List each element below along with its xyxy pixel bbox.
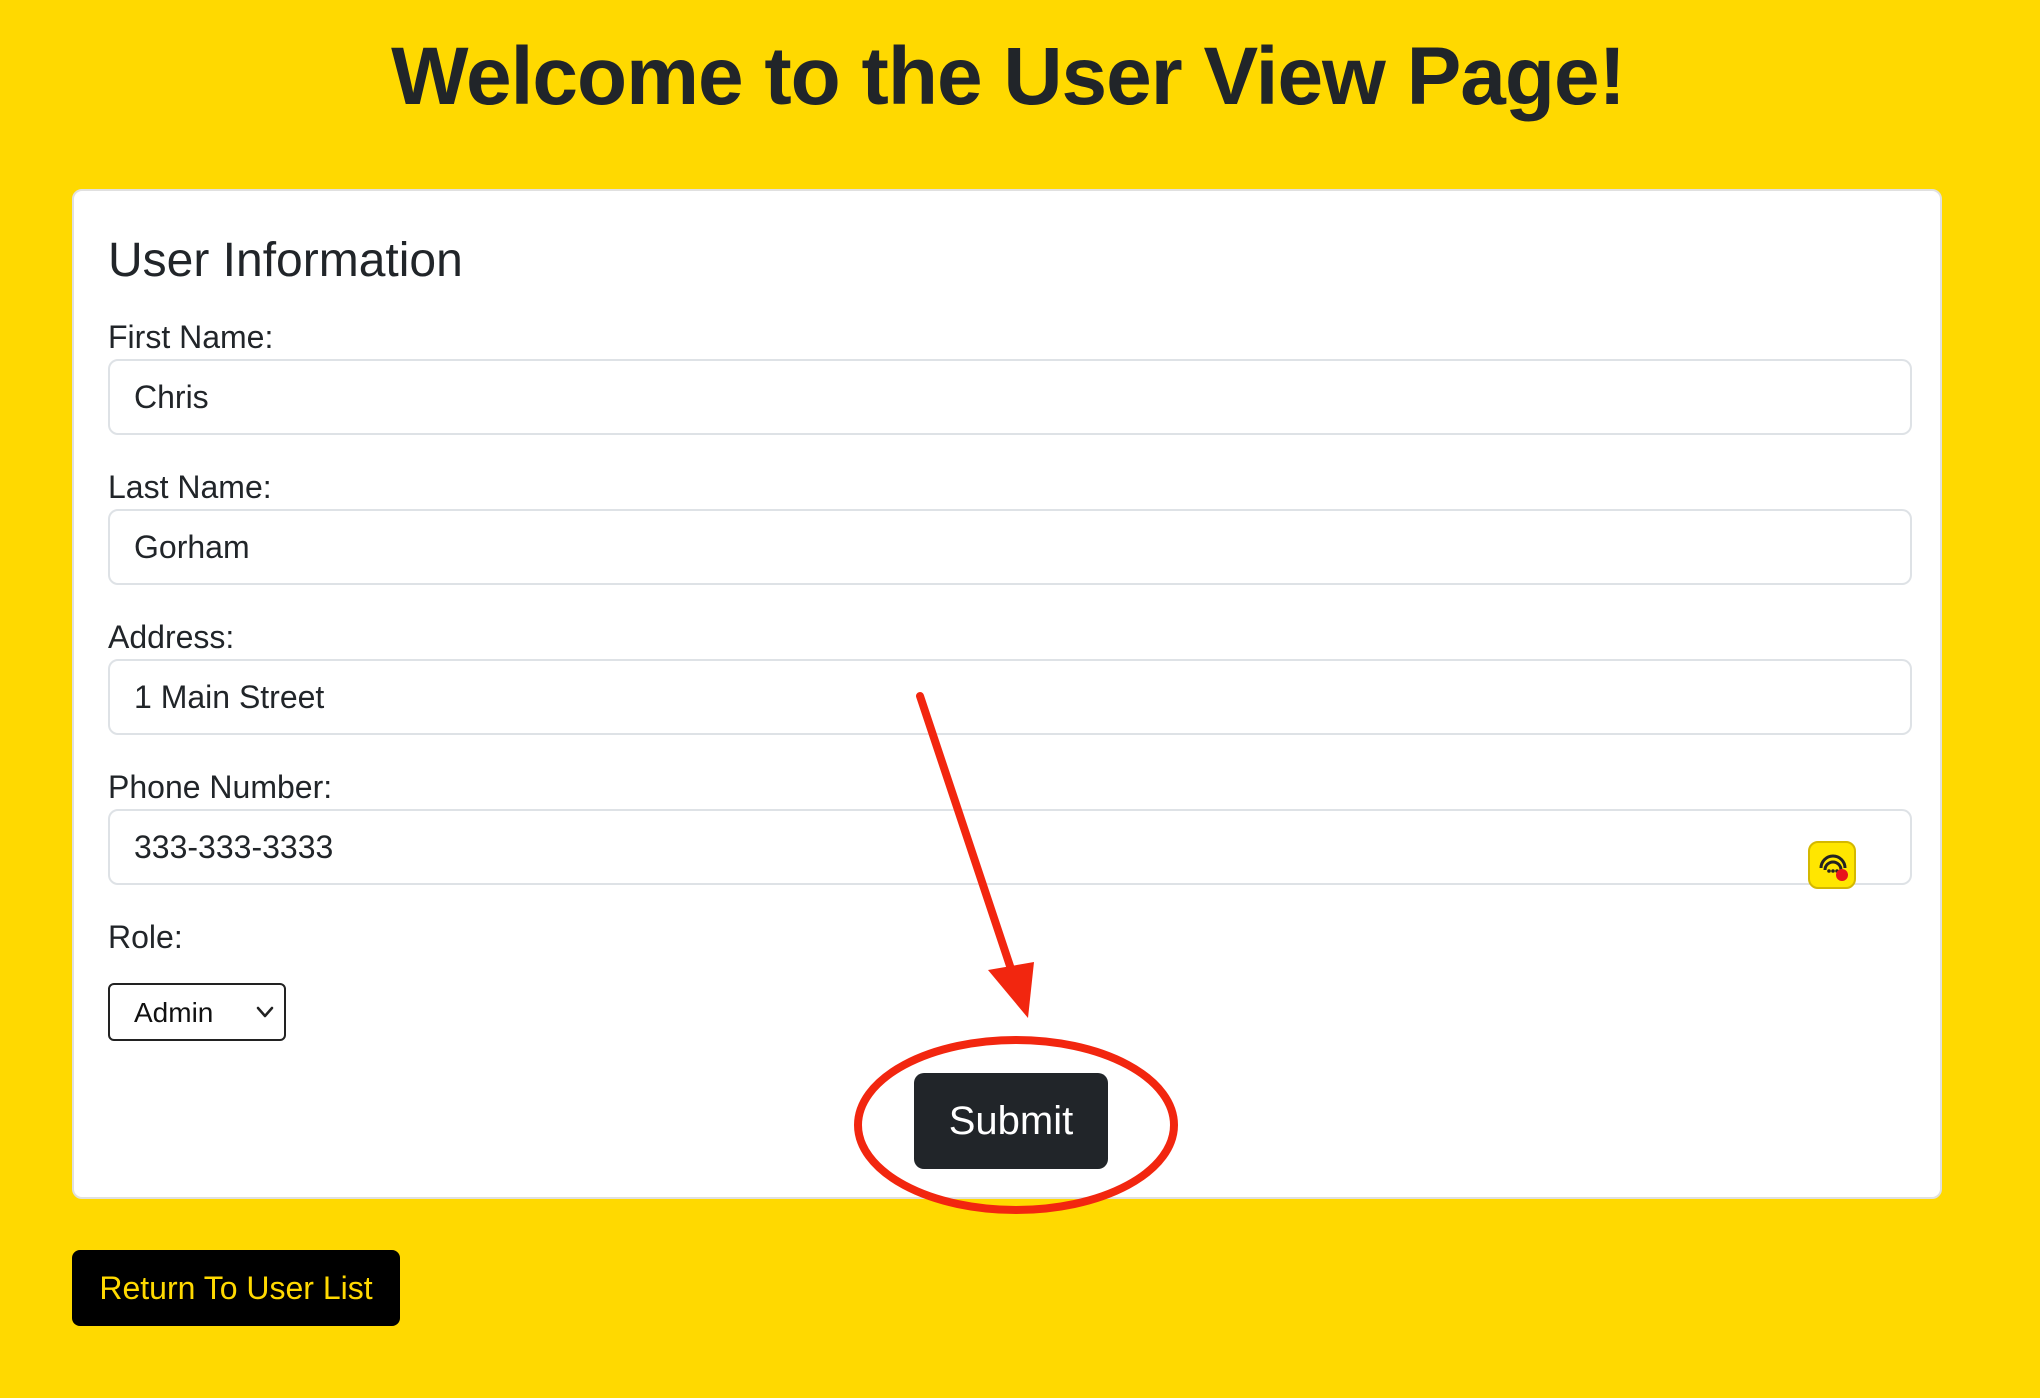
role-select[interactable]: Admin — [108, 983, 286, 1041]
role-selected-value: Admin — [134, 997, 214, 1028]
address-input[interactable] — [108, 659, 1912, 735]
submit-button[interactable]: Submit — [914, 1073, 1108, 1169]
phone-number-label: Phone Number: — [108, 769, 333, 805]
phone-number-input[interactable] — [108, 809, 1912, 885]
last-name-input[interactable] — [108, 509, 1912, 585]
chevron-down-icon — [256, 1006, 274, 1018]
user-information-card: User Information First Name: Last Name: … — [72, 189, 1942, 1199]
first-name-label: First Name: — [108, 319, 274, 355]
page-title: Welcome to the User View Page! — [391, 31, 1626, 122]
first-name-input[interactable] — [108, 359, 1912, 435]
chat-assistant-glyph — [1819, 854, 1848, 881]
role-label: Role: — [108, 919, 183, 955]
address-label: Address: — [108, 619, 235, 655]
card-title: User Information — [108, 234, 463, 287]
return-to-user-list-button[interactable]: Return To User List — [72, 1250, 400, 1326]
chat-assistant-icon[interactable] — [1808, 841, 1856, 889]
last-name-label: Last Name: — [108, 469, 272, 505]
